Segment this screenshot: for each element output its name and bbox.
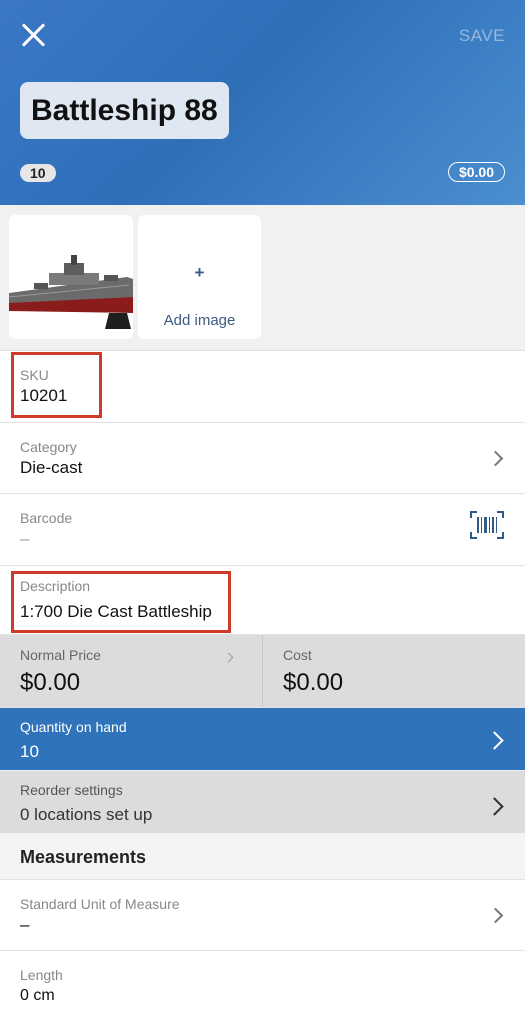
length-label: Length	[20, 967, 63, 983]
normal-price-label: Normal Price	[20, 647, 101, 663]
measurements-title: Measurements	[20, 847, 147, 867]
add-image-button[interactable]: + Add image	[138, 215, 261, 339]
price-badge: $0.00	[447, 162, 505, 182]
chevron-right-icon	[485, 731, 504, 750]
header: SAVE Battleship 88 10 $0.00	[0, 0, 525, 205]
uom-value: –	[20, 915, 30, 934]
normal-price-field[interactable]: Normal Price $0.00	[0, 635, 262, 707]
cost-value: $0.00	[283, 669, 344, 696]
measurements-section-header: Measurements	[0, 834, 525, 880]
add-image-label: Add image	[163, 312, 236, 329]
quantity-value: 10	[20, 742, 39, 761]
sku-highlight-box	[11, 352, 102, 418]
cost-field[interactable]: Cost $0.00	[263, 635, 525, 707]
chevron-right-icon	[223, 652, 234, 663]
price-row: Normal Price $0.00 Cost $0.00	[0, 635, 525, 708]
chevron-right-icon	[485, 797, 504, 816]
barcode-scan-icon[interactable]	[469, 510, 505, 540]
category-field[interactable]: Category Die-cast	[0, 423, 525, 494]
close-icon[interactable]	[20, 22, 46, 48]
unit-of-measure-field[interactable]: Standard Unit of Measure –	[0, 880, 525, 951]
quantity-on-hand-field[interactable]: Quantity on hand 10	[0, 708, 525, 770]
reorder-value: 0 locations set up	[20, 805, 153, 824]
reorder-settings-field[interactable]: Reorder settings 0 locations set up	[0, 771, 525, 833]
length-field[interactable]: Length 0 cm	[0, 951, 525, 1024]
uom-label: Standard Unit of Measure	[20, 896, 180, 912]
length-value: 0 cm	[20, 987, 55, 1004]
save-button[interactable]: SAVE	[459, 26, 505, 46]
description-highlight-box	[11, 571, 231, 633]
chevron-right-icon	[487, 450, 504, 467]
quantity-badge: 10	[20, 164, 56, 182]
cost-label: Cost	[283, 647, 312, 663]
item-image[interactable]	[9, 215, 133, 339]
category-label: Category	[20, 439, 77, 455]
item-title[interactable]: Battleship 88	[20, 82, 229, 139]
barcode-value: –	[20, 529, 30, 548]
reorder-label: Reorder settings	[20, 782, 123, 798]
battleship-image	[9, 215, 133, 339]
image-gallery: + Add image	[0, 205, 525, 351]
barcode-label: Barcode	[20, 510, 73, 526]
category-value: Die-cast	[20, 458, 83, 477]
normal-price-value: $0.00	[20, 669, 81, 696]
chevron-right-icon	[487, 907, 504, 924]
plus-icon: +	[194, 263, 205, 282]
barcode-field[interactable]: Barcode –	[0, 494, 525, 566]
quantity-label: Quantity on hand	[20, 719, 127, 735]
